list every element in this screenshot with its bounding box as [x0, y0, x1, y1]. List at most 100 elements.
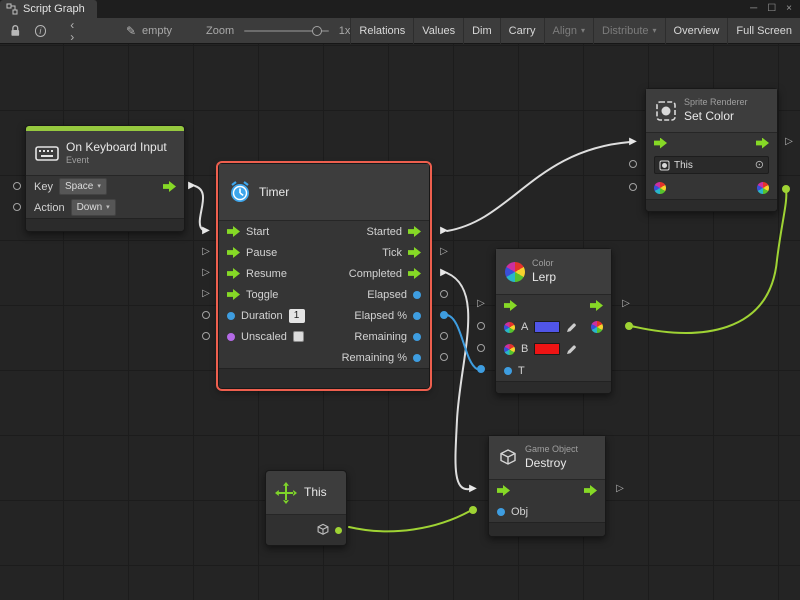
- timer-toggle-port[interactable]: ▷: [202, 289, 210, 299]
- flow-out-port-icon[interactable]: [408, 247, 421, 258]
- flow-out-port-icon[interactable]: [163, 181, 176, 192]
- flow-in-port-icon[interactable]: [227, 268, 240, 279]
- setcolor-color-wire-port[interactable]: [782, 185, 790, 193]
- value-port-icon[interactable]: [413, 291, 421, 299]
- color-in-port-icon[interactable]: [654, 182, 666, 194]
- setcolor-color-in-port[interactable]: [629, 183, 637, 191]
- action-dropdown[interactable]: Down▾: [71, 199, 116, 216]
- dim-button[interactable]: Dim: [463, 18, 500, 44]
- eyedropper-icon[interactable]: [566, 322, 577, 333]
- carry-button[interactable]: Carry: [500, 18, 544, 44]
- window-controls: ─ ☐ ×: [750, 0, 800, 18]
- full-screen-button[interactable]: Full Screen: [727, 18, 800, 44]
- keyboard-key-input-port[interactable]: [13, 182, 21, 190]
- relations-button[interactable]: Relations: [350, 18, 413, 44]
- lerp-flow-out-port[interactable]: ▷: [622, 299, 630, 309]
- node-this[interactable]: This: [265, 470, 347, 546]
- flow-in-port-icon[interactable]: [227, 226, 240, 237]
- tab-script-graph[interactable]: Script Graph: [0, 0, 97, 18]
- color-port-icon[interactable]: [504, 344, 515, 355]
- timer-tick-port[interactable]: ▷: [440, 247, 448, 257]
- unscaled-checkbox[interactable]: [293, 331, 304, 342]
- lerp-flow-in-port[interactable]: ▷: [477, 299, 485, 309]
- overview-button[interactable]: Overview: [665, 18, 728, 44]
- flow-out-port-icon[interactable]: [408, 268, 421, 279]
- this-object-field[interactable]: This ⊙: [654, 156, 769, 174]
- timer-elapsed-port[interactable]: [440, 290, 448, 298]
- t-label: T: [518, 365, 525, 377]
- setcolor-this-port[interactable]: [629, 160, 637, 168]
- flow-out-port-icon[interactable]: [590, 300, 603, 311]
- node-title: Lerp: [532, 270, 556, 285]
- flow-in-port-icon[interactable]: [654, 138, 667, 149]
- lerp-b-port[interactable]: [477, 344, 485, 352]
- value-port-icon[interactable]: [227, 312, 235, 320]
- value-port-icon[interactable]: [413, 312, 421, 320]
- code-view-icon[interactable]: ‹ ›: [70, 19, 84, 43]
- flow-in-port-icon[interactable]: [227, 289, 240, 300]
- gameobject-out-port-icon[interactable]: [335, 527, 342, 534]
- lock-icon[interactable]: [10, 24, 21, 37]
- node-destroy[interactable]: Game Object Destroy Obj: [488, 435, 606, 537]
- keyboard-action-input-port[interactable]: [13, 203, 21, 211]
- timer-remaining-port[interactable]: [440, 332, 448, 340]
- duration-field[interactable]: 1: [289, 309, 305, 323]
- cube-icon: [498, 448, 518, 468]
- timer-duration-port[interactable]: [202, 311, 210, 319]
- lerp-a-port[interactable]: [477, 322, 485, 330]
- value-port-icon[interactable]: [504, 367, 512, 375]
- destroy-flow-in-port[interactable]: ▶: [469, 484, 477, 494]
- keyboard-flow-out-port[interactable]: ▶: [188, 181, 196, 191]
- color-out-port-icon[interactable]: [757, 182, 769, 194]
- node-footer: [489, 522, 605, 536]
- timer-elapsed-pct-port[interactable]: [440, 311, 448, 319]
- minimize-icon[interactable]: ─: [750, 0, 757, 18]
- maximize-icon[interactable]: ☐: [767, 0, 776, 18]
- timer-completed-port[interactable]: ▶: [440, 268, 448, 278]
- flow-in-port-icon[interactable]: [497, 485, 510, 496]
- value-port-icon[interactable]: [227, 333, 235, 341]
- values-button[interactable]: Values: [413, 18, 463, 44]
- timer-row-3: Resume Completed: [219, 263, 429, 284]
- color-out-port-icon[interactable]: [591, 321, 603, 333]
- node-set-color[interactable]: Sprite Renderer Set Color This ⊙: [645, 88, 778, 212]
- color-b-swatch[interactable]: [534, 343, 560, 355]
- timer-resume-port[interactable]: ▷: [202, 268, 210, 278]
- node-on-keyboard-input[interactable]: On Keyboard Input Event Key Space▾ Actio…: [25, 125, 185, 232]
- value-port-icon[interactable]: [413, 333, 421, 341]
- chevron-down-icon: ▾: [97, 182, 101, 191]
- close-icon[interactable]: ×: [786, 0, 792, 18]
- setcolor-flow-out-port[interactable]: ▷: [785, 137, 793, 147]
- node-timer[interactable]: Timer Start Started Pause Tick Resume Co…: [218, 163, 430, 389]
- flow-out-port-icon[interactable]: [408, 226, 421, 237]
- node-lerp[interactable]: Color Lerp A B T: [495, 248, 612, 394]
- destroy-node-header: Game Object Destroy: [489, 436, 605, 480]
- destroy-obj-port[interactable]: [469, 506, 477, 514]
- lerp-result-port[interactable]: [625, 322, 633, 330]
- flow-out-port-icon[interactable]: [584, 485, 597, 496]
- this-output-row: [266, 515, 346, 545]
- flow-in-port-icon[interactable]: [227, 247, 240, 258]
- lerp-t-port[interactable]: [477, 365, 485, 373]
- distribute-button[interactable]: Distribute▾: [593, 18, 664, 44]
- timer-start-port[interactable]: ▶: [202, 226, 210, 236]
- timer-started-port[interactable]: ▶: [440, 226, 448, 236]
- zoom-slider[interactable]: [244, 30, 329, 32]
- value-port-icon[interactable]: [413, 354, 421, 362]
- eyedropper-icon[interactable]: [566, 344, 577, 355]
- timer-unscaled-port[interactable]: [202, 332, 210, 340]
- align-button[interactable]: Align▾: [544, 18, 593, 44]
- object-picker-icon[interactable]: ⊙: [755, 160, 764, 171]
- color-port-icon[interactable]: [504, 322, 515, 333]
- info-icon[interactable]: i: [35, 25, 47, 37]
- timer-pause-port[interactable]: ▷: [202, 247, 210, 257]
- flow-in-port-icon[interactable]: [504, 300, 517, 311]
- zoom-slider-knob[interactable]: [312, 26, 322, 36]
- destroy-flow-out-port[interactable]: ▷: [616, 484, 624, 494]
- timer-remaining-pct-port[interactable]: [440, 353, 448, 361]
- setcolor-flow-in-port[interactable]: ▶: [629, 137, 637, 147]
- color-a-swatch[interactable]: [534, 321, 560, 333]
- flow-out-port-icon[interactable]: [756, 138, 769, 149]
- key-dropdown[interactable]: Space▾: [59, 178, 107, 195]
- value-port-icon[interactable]: [497, 508, 505, 516]
